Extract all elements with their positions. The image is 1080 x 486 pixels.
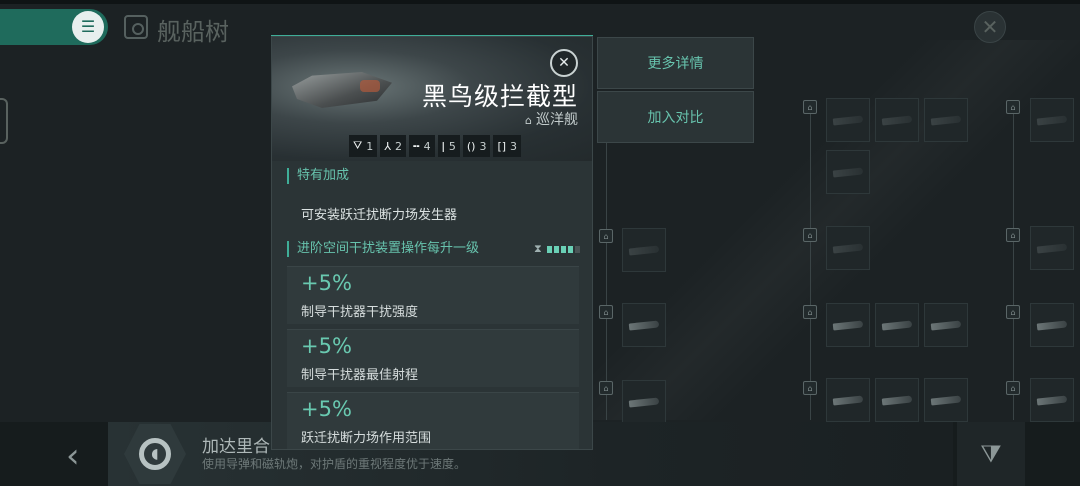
skill-level-meter: ⧗ — [534, 242, 580, 256]
ship-cell[interactable] — [1030, 226, 1074, 270]
mid-slot-icon: ǀ — [441, 139, 445, 153]
add-compare-button[interactable]: 加入对比 — [597, 91, 754, 143]
tree-node[interactable]: ⌂ — [1006, 305, 1020, 319]
turret-icon: ⛛ — [353, 139, 363, 152]
skill-level-pip — [574, 245, 580, 253]
bonus-label: 跃迁扰断力场作用范围 — [301, 431, 432, 446]
tree-node[interactable]: ⌂ — [599, 305, 613, 319]
special-bonus-heading: 特有加成 — [287, 168, 349, 184]
ship-cell[interactable] — [924, 98, 968, 142]
menu-icon: ☰ — [80, 17, 96, 36]
slot-mid: ǀ5 — [437, 135, 460, 157]
ship-cell[interactable] — [622, 228, 666, 272]
ship-cell[interactable] — [875, 378, 919, 422]
ship-cell[interactable] — [1030, 378, 1074, 422]
bonus-label: 制导干扰器最佳射程 — [301, 368, 419, 383]
tree-node[interactable]: ⌂ — [1006, 100, 1020, 114]
ship-cell[interactable] — [924, 303, 968, 347]
top-edge — [0, 0, 1080, 4]
skill-level-pip — [560, 245, 566, 253]
ship-info-popup: ✕ 黑鸟级拦截型 ⌂ 巡洋舰 ⛛ 1 ⅄ 2 ╍ 4 ǀ5 () 3 [] 3 特有加成 可… — [271, 36, 593, 450]
ship-cell[interactable] — [826, 150, 870, 194]
ship-cell[interactable] — [875, 303, 919, 347]
ship-cell[interactable] — [826, 226, 870, 270]
tree-node[interactable]: ⌂ — [803, 305, 817, 319]
bonus-label: 制导干扰器干扰强度 — [301, 305, 419, 320]
tree-node[interactable]: ⌂ — [599, 381, 613, 395]
tree-node[interactable]: ⌂ — [599, 229, 613, 243]
tree-node[interactable]: ⌂ — [803, 381, 817, 395]
close-icon: ✕ — [981, 15, 999, 39]
back-chevron-icon[interactable]: ‹ — [66, 436, 80, 476]
left-drawer-tab[interactable] — [0, 98, 8, 144]
ship-cell[interactable] — [826, 98, 870, 142]
skill-icon: ⧗ — [534, 242, 542, 255]
slot-value: 3 — [510, 139, 518, 153]
menu-button[interactable]: ☰ — [72, 11, 104, 43]
ship-render — [292, 62, 402, 117]
ship-class: ⌂ 巡洋舰 — [525, 109, 578, 129]
skill-level-pip — [546, 245, 552, 253]
slot-low: () 3 — [462, 135, 491, 157]
low-slot-icon: () — [466, 139, 476, 153]
slot-launcher: ⅄ 2 — [380, 135, 406, 157]
faction-name: 加达里合 — [202, 437, 270, 457]
slot-value: 1 — [366, 139, 374, 153]
slot-high: ╍ 4 — [408, 135, 435, 157]
filter-icon: ⧩ — [980, 440, 1002, 468]
faction-description: 使用导弹和磁轨炮，对护盾的重视程度优于速度。 — [202, 457, 467, 471]
launcher-icon: ⅄ — [384, 139, 391, 153]
slot-turret: ⛛ 1 — [349, 135, 378, 157]
bonus-value: +5% — [301, 334, 352, 358]
close-button[interactable]: ✕ — [974, 11, 1006, 43]
slot-rig: [] 3 — [493, 135, 522, 157]
ship-cell[interactable] — [622, 303, 666, 347]
slot-value: 2 — [394, 139, 402, 153]
ship-cell[interactable] — [875, 98, 919, 142]
slot-value: 4 — [423, 139, 431, 153]
high-slot-icon: ╍ — [412, 139, 420, 153]
tree-line — [606, 100, 607, 420]
bonus-card: +5% 跃迁扰断力场作用范围 — [287, 392, 579, 449]
ship-name: 黑鸟级拦截型 — [421, 82, 578, 111]
bonus-value: +5% — [301, 397, 352, 421]
page-title: 舰船树 — [157, 18, 229, 46]
ship-cell[interactable] — [826, 378, 870, 422]
ship-cell[interactable] — [1030, 98, 1074, 142]
ship-cell[interactable] — [622, 380, 666, 424]
tree-node[interactable]: ⌂ — [803, 228, 817, 242]
tree-line — [1013, 100, 1014, 420]
special-bonus-text: 可安装跃迁扰断力场发生器 — [301, 208, 458, 223]
tree-line — [810, 100, 811, 420]
ship-cell[interactable] — [924, 378, 968, 422]
slot-value: 3 — [479, 139, 487, 153]
bonus-card: +5% 制导干扰器最佳射程 — [287, 329, 579, 387]
close-icon: ✕ — [558, 55, 570, 71]
skill-bonus-heading: 进阶空间干扰装置操作每升一级 — [287, 241, 479, 257]
rig-slot-icon: [] — [497, 139, 507, 153]
ship-tree-icon — [124, 15, 148, 39]
ship-cell[interactable] — [1030, 303, 1074, 347]
filter-button[interactable]: ⧩ — [957, 422, 1025, 486]
faction-logo-icon: ◖ — [139, 438, 171, 470]
bonus-card: +5% 制导干扰器干扰强度 — [287, 266, 579, 324]
ship-cell[interactable] — [826, 303, 870, 347]
cruiser-class-icon: ⌂ — [525, 114, 532, 127]
skill-level-pip — [553, 245, 559, 253]
more-details-button[interactable]: 更多详情 — [597, 37, 754, 89]
tree-node[interactable]: ⌂ — [803, 100, 817, 114]
skill-level-pip — [567, 245, 573, 253]
tree-node[interactable]: ⌂ — [1006, 228, 1020, 242]
ship-class-label: 巡洋舰 — [536, 112, 578, 128]
slot-row: ⛛ 1 ⅄ 2 ╍ 4 ǀ5 () 3 [] 3 — [349, 135, 522, 157]
bonus-value: +5% — [301, 271, 352, 295]
slot-value: 5 — [448, 139, 456, 153]
popup-close-button[interactable]: ✕ — [550, 49, 578, 77]
tree-node[interactable]: ⌂ — [1006, 381, 1020, 395]
